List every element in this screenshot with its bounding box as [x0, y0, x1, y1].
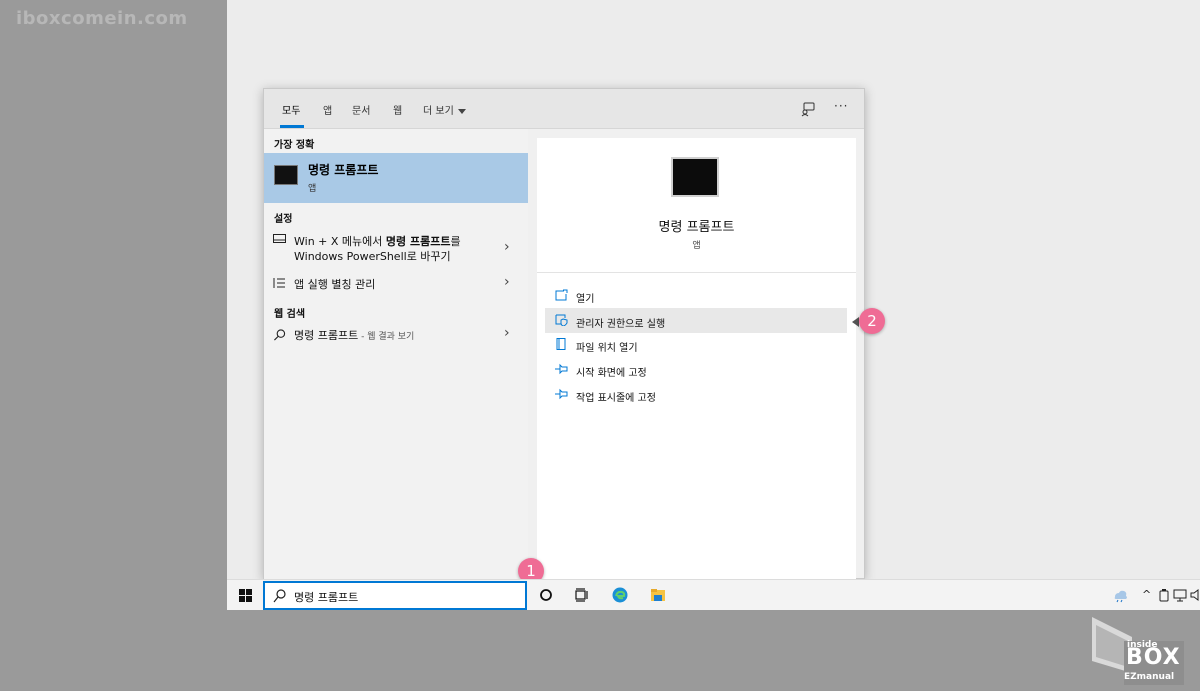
action-open[interactable]: 열기 — [545, 283, 847, 308]
tab-all[interactable]: 모두 — [282, 102, 300, 117]
list-settings-icon — [273, 278, 285, 288]
tab-more[interactable]: 더 보기 — [423, 102, 466, 117]
speaker-icon[interactable] — [1190, 587, 1200, 603]
file-location-icon — [556, 338, 566, 350]
preview-title: 명령 프롬프트 — [658, 220, 735, 235]
taskbar-settings-icon — [273, 234, 286, 243]
taskbar: 명령 프롬프트 ^ — [227, 579, 1200, 610]
action-open-label: 열기 — [576, 294, 595, 305]
settings-item-app-alias[interactable]: 앱 실행 별칭 관리 › — [264, 273, 528, 295]
action-pin-to-start-label: 시작 화면에 고정 — [576, 368, 647, 379]
logo-text-ezmanual: EZmanual — [1124, 672, 1175, 682]
more-options-icon[interactable]: ··· — [834, 99, 848, 113]
chevron-right-icon: › — [504, 239, 510, 255]
settings-item-app-alias-label: 앱 실행 별칭 관리 — [294, 278, 376, 291]
battery-icon[interactable] — [1158, 587, 1170, 603]
preview-pane: 명령 프롬프트 앱 열기 관리자 권한으로 실행 파일 위치 열기 시작 화면에… — [537, 138, 856, 579]
command-prompt-large-icon — [671, 157, 719, 197]
preview-subtitle: 앱 — [692, 241, 701, 251]
feedback-icon[interactable] — [800, 101, 816, 117]
pin-icon — [555, 388, 568, 400]
chevron-right-icon: › — [504, 274, 510, 290]
windows-start-icon[interactable] — [239, 589, 252, 602]
best-match-title: 명령 프롬프트 — [308, 163, 379, 177]
chevron-right-icon: › — [504, 325, 510, 341]
settings-item-powershell-label: Win + X 메뉴에서 명령 프롬프트를 Windows PowerShell… — [294, 234, 461, 264]
divider — [537, 272, 856, 273]
action-pin-to-taskbar[interactable]: 작업 표시줄에 고정 — [545, 382, 847, 407]
active-tab-indicator — [280, 125, 304, 128]
web-search-header: 웹 검색 — [274, 309, 306, 320]
action-run-as-admin[interactable]: 관리자 권한으로 실행 — [545, 308, 847, 333]
tab-web[interactable]: 웹 — [393, 102, 402, 117]
web-search-item[interactable]: 명령 프롬프트 - 웹 결과 보기 › — [264, 325, 528, 347]
taskbar-search-input[interactable]: 명령 프롬프트 — [263, 581, 527, 610]
open-icon — [555, 289, 568, 301]
action-open-file-location-label: 파일 위치 열기 — [576, 343, 638, 354]
web-search-title: 명령 프롬프트 — [294, 329, 359, 342]
action-pin-to-start[interactable]: 시작 화면에 고정 — [545, 357, 847, 382]
tab-apps[interactable]: 앱 — [323, 102, 332, 117]
settings-header: 설정 — [274, 214, 293, 225]
settings-item-line1-suffix: 를 — [450, 235, 461, 248]
file-explorer-icon[interactable] — [650, 587, 666, 603]
settings-item-line1-bold: 명령 프롬프트 — [385, 235, 451, 248]
logo-text-box: BOX — [1126, 645, 1181, 670]
best-match-result[interactable]: 명령 프롬프트 앱 — [264, 153, 528, 203]
best-match-header: 가장 정확 — [274, 140, 315, 151]
command-prompt-icon — [274, 165, 298, 185]
site-watermark: iboxcomein.com — [16, 8, 188, 29]
tab-more-label: 더 보기 — [423, 106, 454, 117]
chevron-up-icon[interactable]: ^ — [1142, 588, 1151, 601]
pointer-arrow — [852, 317, 859, 327]
web-search-label: 명령 프롬프트 - 웹 결과 보기 — [294, 328, 414, 345]
search-icon — [273, 589, 286, 603]
action-run-as-admin-label: 관리자 권한으로 실행 — [576, 319, 666, 330]
settings-item-line1-prefix: Win + X 메뉴에서 — [294, 235, 386, 248]
chevron-down-icon — [457, 108, 466, 114]
edge-browser-icon[interactable] — [612, 587, 628, 603]
web-search-subtitle: - 웹 결과 보기 — [358, 332, 415, 342]
search-icon — [274, 329, 286, 341]
action-open-file-location[interactable]: 파일 위치 열기 — [545, 332, 847, 357]
cortana-icon[interactable] — [538, 587, 554, 603]
search-input-value: 명령 프롬프트 — [294, 591, 359, 604]
task-view-icon[interactable] — [574, 587, 590, 603]
results-list: 가장 정확 명령 프롬프트 앱 설정 Win + X 메뉴에서 명령 프롬프트를… — [264, 129, 528, 579]
action-pin-to-taskbar-label: 작업 표시줄에 고정 — [576, 393, 656, 404]
search-tabs-bar: 모두 앱 문서 웹 더 보기 ··· — [264, 89, 864, 129]
settings-item-powershell[interactable]: Win + X 메뉴에서 명령 프롬프트를 Windows PowerShell… — [264, 229, 528, 267]
best-match-subtitle: 앱 — [308, 184, 317, 194]
settings-item-line2: Windows PowerShell로 바꾸기 — [294, 250, 451, 263]
pin-icon — [555, 363, 568, 375]
weather-icon[interactable] — [1112, 587, 1130, 603]
tab-documents[interactable]: 문서 — [352, 102, 370, 117]
shield-icon — [555, 314, 568, 326]
step-badge-2: 2 — [859, 308, 885, 334]
network-icon[interactable] — [1173, 587, 1187, 603]
start-search-panel: 모두 앱 문서 웹 더 보기 ··· 가장 정확 명령 프롬프트 앱 설정 Wi… — [263, 88, 865, 579]
